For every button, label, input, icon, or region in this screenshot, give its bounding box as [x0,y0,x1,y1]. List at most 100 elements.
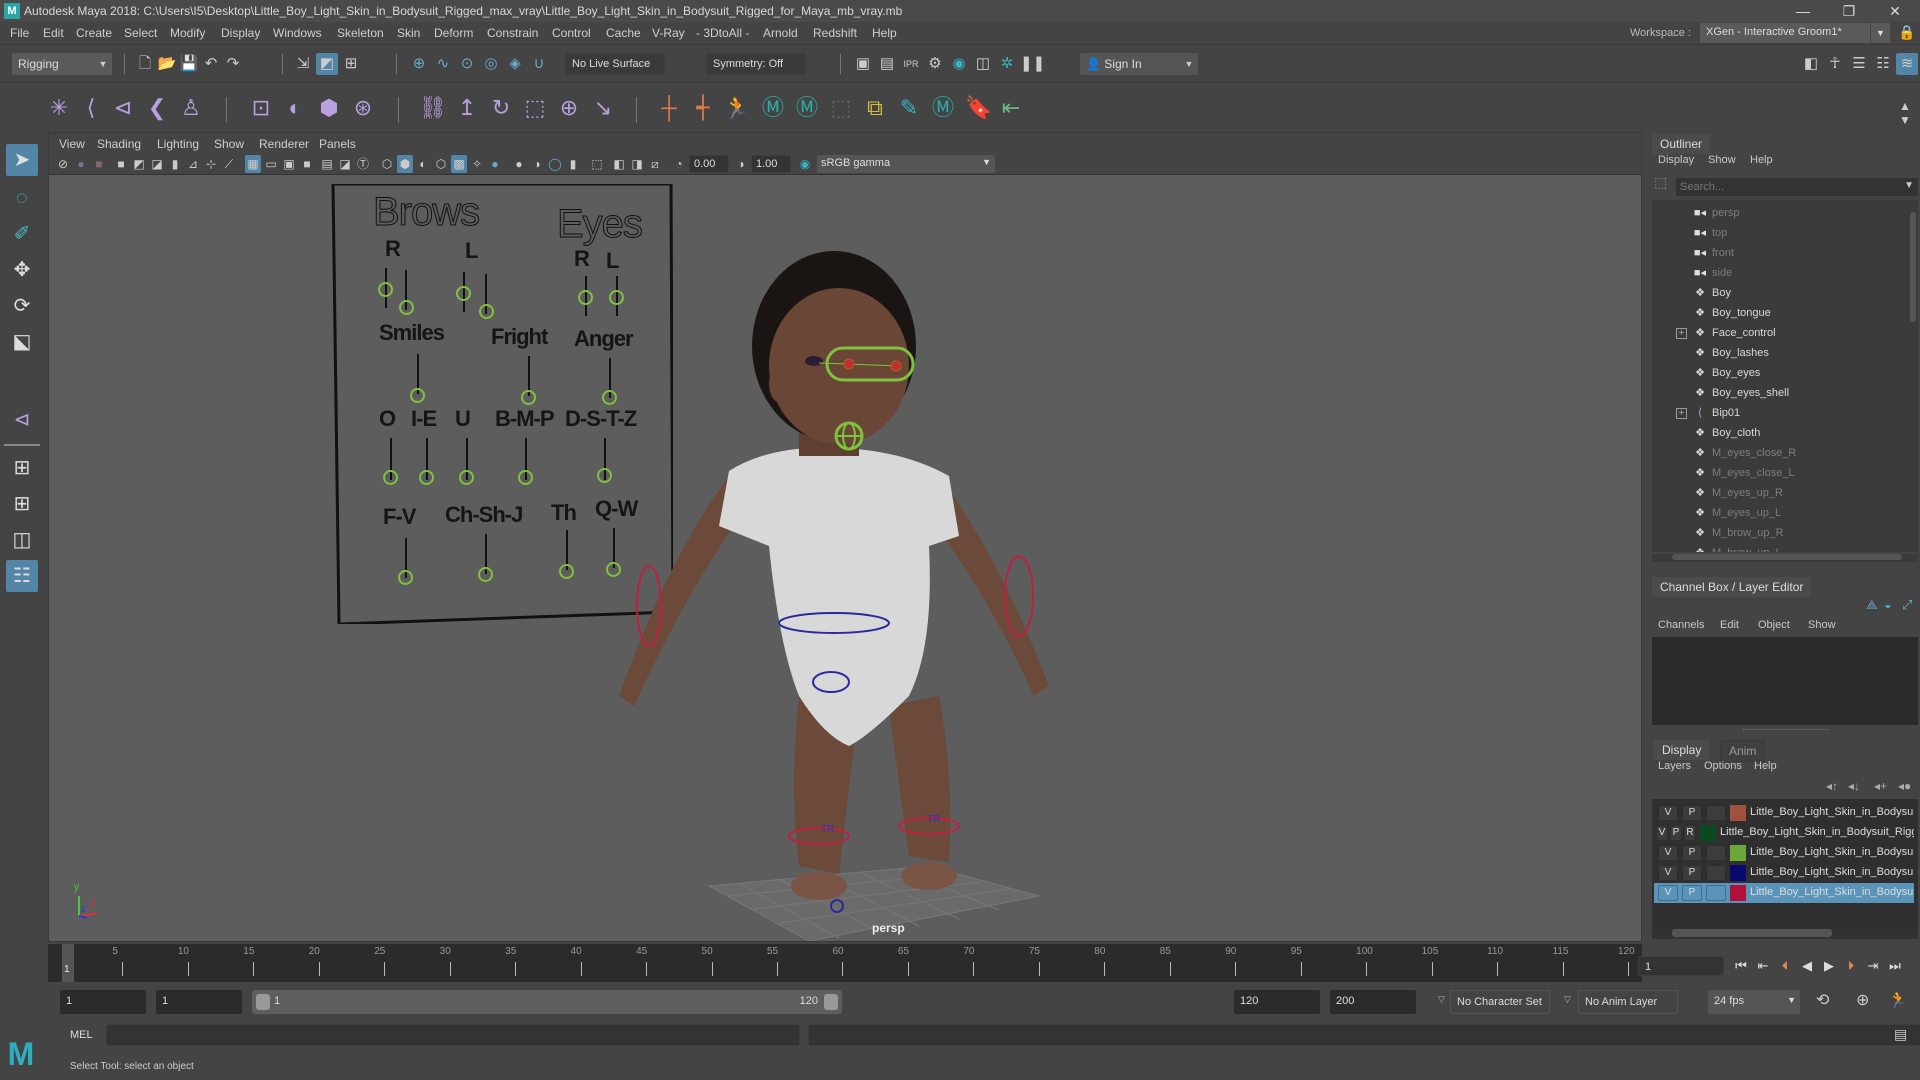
joint-tool-icon[interactable]: ⊲ [6,404,38,436]
ipr-render-icon[interactable]: IPR [900,53,922,75]
visibility-toggle[interactable]: V [1658,845,1678,861]
select-tool-icon[interactable]: ➤ [6,144,38,176]
menu-deform[interactable]: Deform [434,26,473,40]
shaded-icon[interactable]: ⬢ [397,155,413,173]
xray-active-icon[interactable]: ◯ [547,155,563,173]
workspace-dropdown[interactable]: XGen - Interactive Groom1* ▼ [1700,23,1890,43]
menu-cache[interactable]: Cache [606,26,641,40]
reference-toggle[interactable] [1706,885,1726,901]
bookmarks-icon[interactable]: ■ [91,155,107,173]
outliner-item[interactable]: ❖ M_eyes_close_L [1692,466,1795,486]
undo-icon[interactable]: ↶ [200,53,222,75]
snap-surface-icon[interactable]: ◈ [504,53,526,75]
menu-file[interactable]: File [10,26,29,40]
humanik-icon[interactable]: ♙ [176,93,206,123]
aim-constraint-icon[interactable]: ⊕ [554,93,584,123]
display-layer-row[interactable]: V P Little_Boy_Light_Skin_in_Bodysuit [1654,803,1914,823]
snap-curve-icon[interactable]: ∿ [432,53,454,75]
viseme-bmp-control[interactable] [518,470,533,485]
layer-hide-icon[interactable]: ⧉ [860,93,890,123]
display-layer-row[interactable]: V P Little_Boy_Light_Skin_in_Bodysuit [1654,883,1914,903]
tool-settings-icon[interactable]: ☷ [1872,53,1894,75]
snap-view-plane-icon[interactable]: ◎ [480,53,502,75]
render-settings-icon[interactable]: ⚙ [924,53,946,75]
render-frame-icon[interactable]: ▤ [876,53,898,75]
menu-skin[interactable]: Skin [397,26,420,40]
outliner-item[interactable]: ❖ Boy_lashes [1692,346,1769,366]
single-perspective-layout-icon[interactable]: ⊞ [6,452,38,484]
point-constraint-icon[interactable]: ↥ [452,93,482,123]
channel-box-layers-icon[interactable]: ≋ [1896,53,1918,75]
image-plane-icon[interactable]: ■ [113,155,129,173]
outliner-item[interactable]: ❖ M_eyes_close_R [1692,446,1796,466]
shelf-scroll-down-icon[interactable]: ▼ [1890,105,1920,135]
outliner-item[interactable]: ■◂ persp [1692,206,1740,226]
play-forwards-icon[interactable]: ▶ [1818,956,1840,976]
menu-constrain[interactable]: Constrain [487,26,538,40]
outliner-vertical-scrollbar[interactable] [1910,200,1918,552]
menu-3dtoall[interactable]: - 3DtoAll - [696,26,749,40]
layer-color-swatch[interactable] [1730,885,1746,901]
light-editor-icon[interactable]: ✲ [996,53,1018,75]
resolution-gate-icon[interactable]: ◪ [149,155,165,173]
vp-menu-panels[interactable]: Panels [319,137,356,151]
quick-rig-icon[interactable]: ❮ [142,93,172,123]
visibility-toggle[interactable]: V [1658,885,1678,901]
snap-point-icon[interactable]: ⊙ [456,53,478,75]
grid-toggle-icon[interactable]: ▦ [245,155,261,173]
outliner-horizontal-scrollbar[interactable] [1652,554,1918,562]
maya-script-3-icon[interactable]: Ⓜ [928,93,958,123]
range-slider[interactable]: 1 120 [252,990,842,1014]
pause-viewport-icon[interactable]: ❚❚ [1020,53,1045,75]
lights-icon[interactable]: ⬡ [433,155,449,173]
lock-icon[interactable]: 🔒 [1898,24,1915,41]
snap-grid-icon[interactable]: ⊕ [408,53,430,75]
outliner-layout-icon[interactable]: ☷ [6,560,38,592]
outliner-item[interactable]: ❖ Boy [1692,286,1731,306]
outliner-tab[interactable]: Outliner [1652,134,1711,154]
gamma-icon[interactable]: ◑ [733,155,749,173]
playback-toggle[interactable]: P [1670,825,1682,841]
select-camera-icon[interactable]: ⊘ [55,155,71,173]
step-forward-frame-icon[interactable]: ⇥ [1862,956,1884,976]
chevron-down-icon[interactable]: ▽ [1564,994,1571,1005]
orient-constraint-icon[interactable]: ↻ [486,93,516,123]
menu-vray[interactable]: V-Ray [652,26,685,40]
playback-start-field[interactable]: 1 [156,990,242,1014]
gate-mask-icon[interactable]: ▮ [167,155,183,173]
mel-label[interactable]: MEL [70,1029,93,1041]
range-start-handle[interactable] [256,994,270,1010]
redo-icon[interactable]: ↷ [222,53,244,75]
hyper-icon[interactable]: ⤢ [1902,597,1912,613]
cb-menu-channels[interactable]: Channels [1658,619,1704,631]
vp-menu-renderer[interactable]: Renderer [259,137,309,151]
playback-toggle[interactable]: P [1682,885,1702,901]
current-time-marker[interactable]: 1 [62,944,74,982]
layer-color-swatch[interactable] [1730,805,1746,821]
smooth-bind-icon[interactable]: ◐ [280,93,310,123]
safe-action-icon[interactable]: ⊹ [203,155,219,173]
outliner-item[interactable]: ■◂ front [1692,246,1734,266]
reference-toggle[interactable] [1706,845,1726,861]
layer-color-swatch[interactable] [1700,825,1716,841]
mel-input[interactable] [106,1024,800,1046]
viseme-fv-control[interactable] [398,570,413,585]
antialias-icon[interactable]: ▮ [565,155,581,173]
minimize-button[interactable]: — [1780,0,1826,22]
ambient-occlusion-icon[interactable]: ✧ [469,155,485,173]
vp-menu-shading[interactable]: Shading [97,137,141,151]
use-all-lights-icon[interactable]: Ⓣ [355,155,371,173]
menu-arnold[interactable]: Arnold [763,26,798,40]
layers-menu-options[interactable]: Options [1704,760,1742,772]
hud-3-icon[interactable]: ⧄ [647,155,663,173]
hud-icon[interactable]: ◧ [611,155,627,173]
splitter-handle[interactable] [1743,729,1828,730]
wireframe-icon[interactable]: ▭ [263,155,279,173]
isolate-select-icon[interactable]: ● [511,155,527,173]
menu-modify[interactable]: Modify [170,26,205,40]
brow-l-inner-control[interactable] [456,286,471,301]
viseme-chshj-control[interactable] [478,567,493,582]
outliner-item[interactable]: ■◂ top [1692,226,1727,246]
viewport-canvas[interactable]: Brows Eyes R L R L Smiles Fright Anger O… [49,176,1641,941]
sign-in-dropdown[interactable]: 👤 Sign In ▼ [1080,53,1198,75]
